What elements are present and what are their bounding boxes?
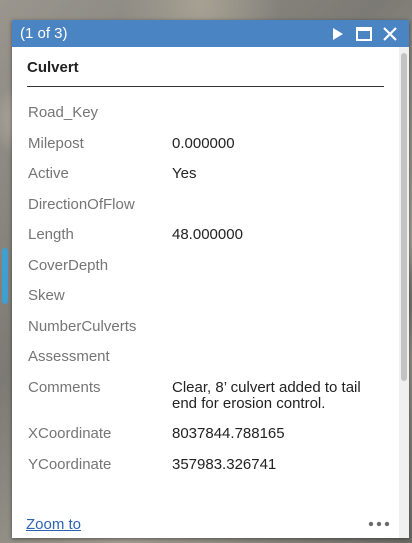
next-feature-button[interactable] — [325, 20, 351, 47]
ellipsis-icon — [368, 521, 390, 527]
attribute-row-milepost: Milepost 0.000000 — [28, 134, 388, 152]
attribute-row-cover-depth: CoverDepth — [28, 256, 388, 274]
attribute-label: XCoordinate — [28, 425, 112, 442]
attribute-row-assessment: Assessment — [28, 349, 388, 365]
feature-popup: (1 of 3) Culvert Road_Key Milepost 0.000… — [12, 20, 409, 538]
popup-header: (1 of 3) — [12, 20, 409, 47]
more-actions-button[interactable] — [359, 521, 399, 527]
popup-scrollbar[interactable] — [399, 47, 409, 538]
attribute-value — [172, 319, 388, 335]
attribute-value — [172, 349, 388, 365]
attribute-label: Assessment — [28, 348, 110, 365]
attribute-value — [172, 197, 388, 213]
attribute-label: Milepost — [28, 134, 84, 152]
attribute-label: YCoordinate — [28, 455, 112, 473]
maximize-button[interactable] — [351, 20, 377, 47]
popup-body: Culvert Road_Key Milepost 0.000000 Activ… — [12, 47, 399, 538]
attribute-label: CoverDepth — [28, 256, 109, 274]
attribute-table: Road_Key Milepost 0.000000 Active Yes Di… — [28, 105, 388, 487]
attribute-label: DirectionOfFlow — [28, 195, 135, 213]
zoom-to-link[interactable]: Zoom to — [26, 516, 359, 533]
attribute-row-direction-of-flow: DirectionOfFlow — [28, 195, 388, 213]
page-count: (1 of 3) — [20, 25, 68, 42]
attribute-row-skew: Skew — [28, 288, 388, 304]
attribute-row-x-coordinate: XCoordinate 8037844.788165 — [28, 426, 388, 442]
close-icon — [383, 26, 397, 41]
attribute-row-comments: Comments Clear, 8’ culvert added to tail… — [28, 378, 388, 412]
attribute-label: Skew — [28, 287, 65, 304]
attribute-row-number-culverts: NumberCulverts — [28, 317, 388, 335]
feature-title: Culvert — [27, 47, 384, 87]
scrollbar-thumb[interactable] — [401, 53, 407, 381]
popup-footer: Zoom to — [26, 514, 399, 534]
attribute-value — [172, 288, 388, 304]
attribute-value: Clear, 8’ culvert added to tail end for … — [172, 378, 361, 412]
attribute-value: 48.000000 — [172, 226, 243, 243]
attribute-row-y-coordinate: YCoordinate 357983.326741 — [28, 455, 388, 473]
attribute-label: NumberCulverts — [28, 317, 137, 335]
close-button[interactable] — [377, 20, 403, 47]
attribute-label: Active — [28, 165, 69, 182]
attribute-label: Length — [28, 226, 74, 243]
attribute-value: 0.000000 — [172, 134, 235, 152]
attribute-row-road-key: Road_Key — [28, 105, 388, 121]
map-feature-highlight — [2, 248, 8, 304]
attribute-row-length: Length 48.000000 — [28, 227, 388, 243]
attribute-value: 8037844.788165 — [172, 425, 285, 442]
attribute-value — [172, 105, 388, 121]
attribute-label: Road_Key — [28, 104, 99, 121]
attribute-value — [172, 258, 388, 274]
attribute-label: Comments — [28, 378, 101, 396]
attribute-value: Yes — [172, 165, 197, 182]
attribute-row-active: Active Yes — [28, 166, 388, 182]
attribute-value: 357983.326741 — [172, 455, 277, 473]
maximize-icon — [356, 26, 372, 41]
play-icon — [333, 27, 343, 40]
